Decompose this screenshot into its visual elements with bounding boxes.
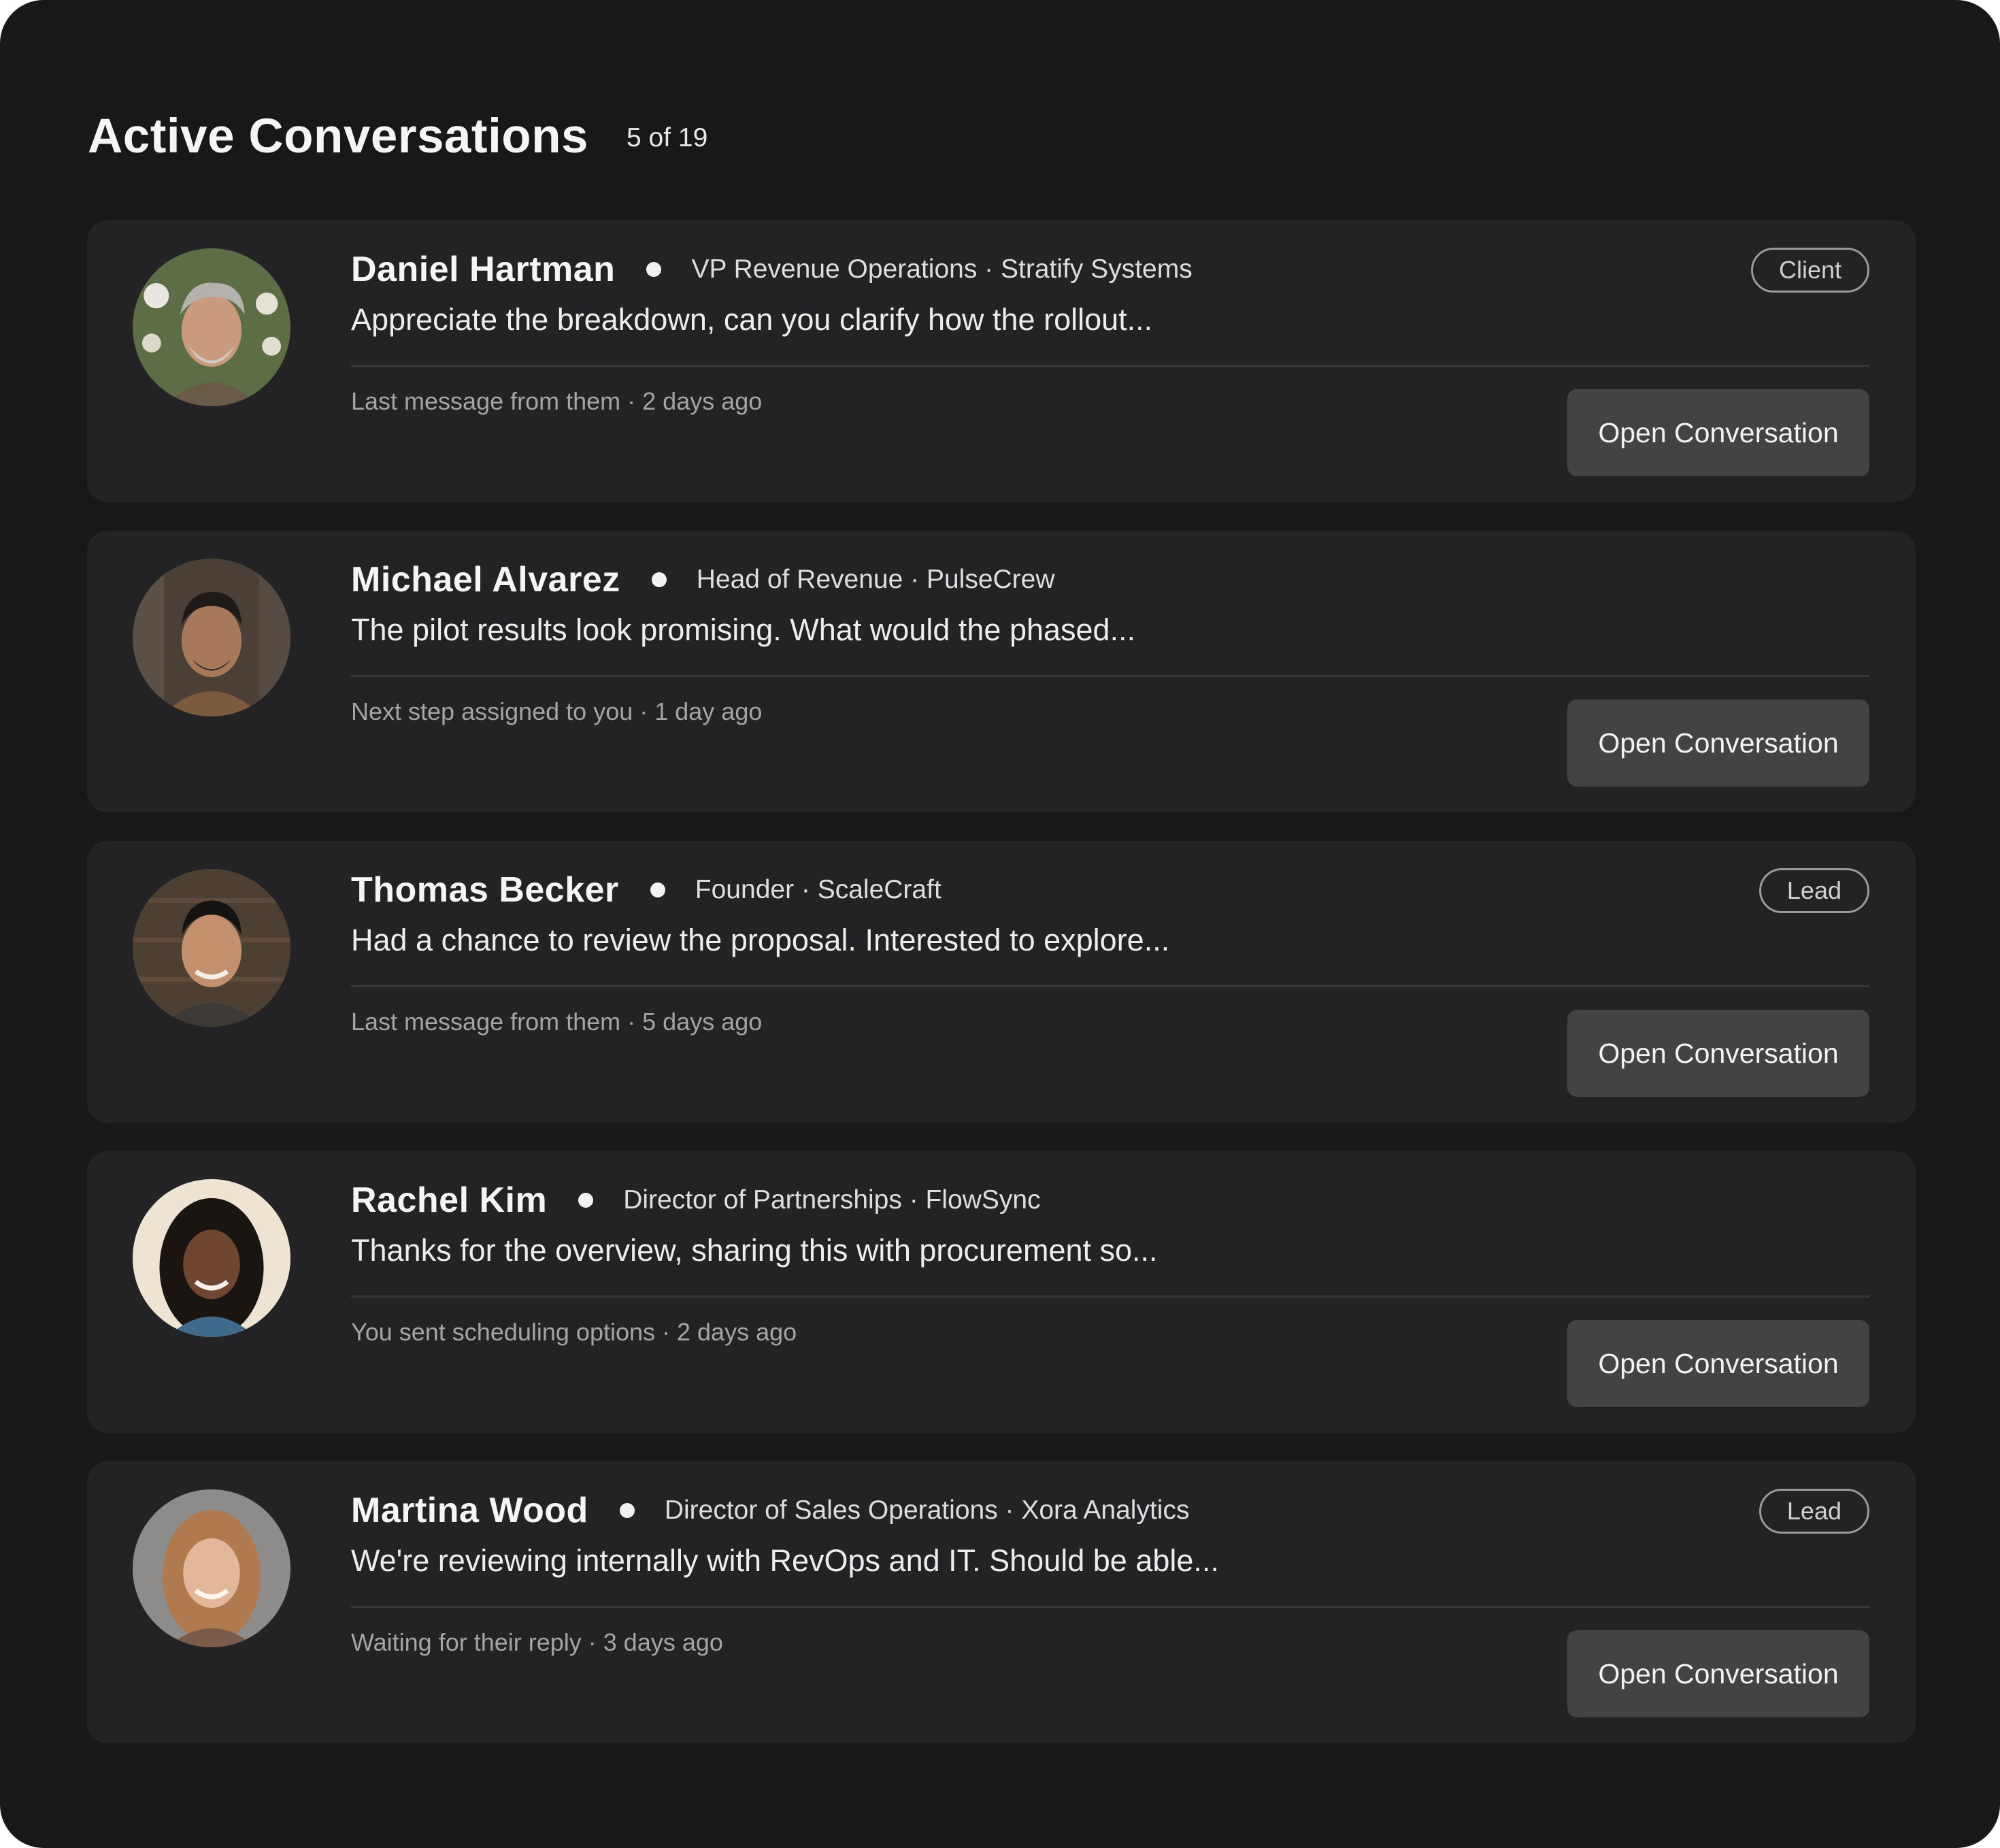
conversation-count: 5 of 19 [627,123,708,152]
open-conversation-button[interactable]: Open Conversation [1567,1320,1869,1407]
contact-role: Head of Revenue · PulseCrew [696,565,1055,594]
conversation-card: Daniel Hartman VP Revenue Operations · S… [87,220,1916,502]
avatar-portrait [133,1489,290,1647]
divider [351,1296,1869,1298]
avatar-portrait [133,248,290,406]
contact-header: Daniel Hartman VP Revenue Operations · S… [351,245,1869,294]
status-dot [650,882,665,897]
contact-role: Director of Sales Operations · Xora Anal… [664,1496,1190,1525]
conversation-list: Daniel Hartman VP Revenue Operations · S… [87,220,1916,1772]
avatar [133,1489,290,1647]
status-badge: Lead [1759,1489,1869,1534]
avatar [133,1179,290,1337]
avatar-portrait [133,559,290,716]
contact-header: Martina Wood Director of Sales Operation… [351,1486,1869,1535]
conversations-panel: Active Conversations 5 of 19 Daniel Hart… [0,0,2000,1848]
avatar-portrait [133,1179,290,1337]
status-dot [619,1503,635,1518]
open-conversation-button[interactable]: Open Conversation [1567,1010,1869,1097]
message-preview: Had a chance to review the proposal. Int… [351,923,1170,957]
message-preview: The pilot results look promising. What w… [351,612,1136,647]
divider [351,675,1869,677]
message-preview: Thanks for the overview, sharing this wi… [351,1233,1158,1268]
avatar [133,559,290,716]
page-title: Active Conversations [88,109,589,163]
status-badge: Lead [1759,868,1869,913]
contact-name: Rachel Kim [351,1181,548,1220]
contact-header: Thomas Becker Founder · ScaleCraft [351,865,1869,914]
message-preview: We're reviewing internally with RevOps a… [351,1543,1219,1578]
contact-header: Michael Alvarez Head of Revenue · PulseC… [351,555,1869,604]
conversation-card: Thomas Becker Founder · ScaleCraft Had a… [87,841,1916,1123]
contact-role: Director of Partnerships · FlowSync [623,1185,1041,1215]
contact-name: Daniel Hartman [351,250,616,289]
divider [351,365,1869,367]
divider [351,985,1869,987]
conversation-card: Rachel Kim Director of Partnerships · Fl… [87,1151,1916,1433]
avatar-portrait [133,869,290,1027]
open-conversation-button[interactable]: Open Conversation [1567,699,1869,787]
contact-name: Thomas Becker [351,870,619,910]
status-dot [578,1193,594,1208]
contact-name: Martina Wood [351,1491,588,1530]
open-conversation-button[interactable]: Open Conversation [1567,1630,1869,1717]
panel-header: Active Conversations 5 of 19 [88,102,707,170]
contact-header: Rachel Kim Director of Partnerships · Fl… [351,1176,1869,1225]
divider [351,1606,1869,1608]
open-conversation-button[interactable]: Open Conversation [1567,389,1869,476]
avatar [133,248,290,406]
conversation-card: Martina Wood Director of Sales Operation… [87,1462,1916,1743]
message-preview: Appreciate the breakdown, can you clarif… [351,302,1153,337]
contact-name: Michael Alvarez [351,560,620,599]
avatar [133,869,290,1027]
status-dot [646,262,662,277]
status-badge: Client [1750,248,1869,293]
contact-role: VP Revenue Operations · Stratify Systems [691,254,1193,284]
contact-role: Founder · ScaleCraft [695,875,941,904]
conversation-card: Michael Alvarez Head of Revenue · PulseC… [87,531,1916,812]
status-dot [651,572,667,587]
